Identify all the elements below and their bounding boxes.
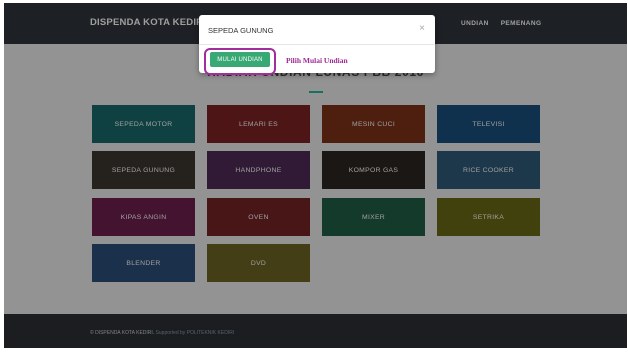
close-icon[interactable]: × — [419, 23, 425, 34]
start-draw-button[interactable]: MULAI UNDIAN — [210, 52, 270, 67]
modal-title: SEPEDA GUNUNG — [208, 26, 274, 35]
prize-modal: SEPEDA GUNUNG × MULAI UNDIAN Pilih Mulai… — [199, 15, 435, 75]
page-frame: DISPENDA KOTA KEDIRI UNDIAN PEMENANG HAD… — [4, 3, 627, 348]
annotation-text: Pilih Mulai Undian — [286, 56, 348, 65]
modal-header: SEPEDA GUNUNG × — [199, 15, 435, 45]
